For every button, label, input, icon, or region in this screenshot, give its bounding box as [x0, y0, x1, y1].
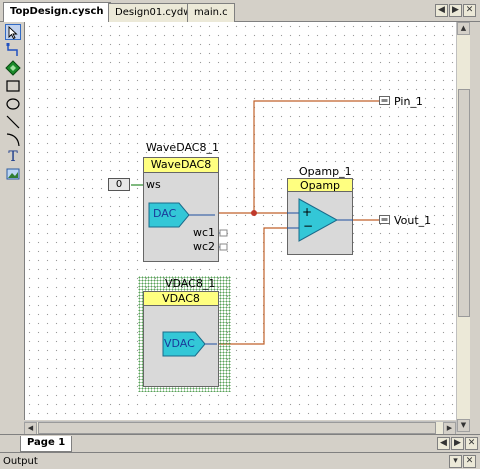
vdac-instance-name: VDAC8_1 [165, 277, 216, 290]
tab-scroll-right-icon[interactable]: ▶ [449, 4, 462, 17]
vout1-port-label: Vout_1 [394, 214, 432, 227]
schematic-canvas[interactable]: WaveDAC8_1 WaveDAC8 ws wc1 wc2 DAC 0 VDA… [24, 22, 456, 420]
pin-stub-wc2 [219, 243, 228, 251]
output-panel: Output ▾ ✕ [0, 452, 480, 469]
pin1-port-icon[interactable] [379, 96, 391, 106]
pin-wc2-label: wc2 [193, 240, 216, 253]
opamp-instance-name: Opamp_1 [299, 165, 352, 178]
arc-icon[interactable] [5, 132, 21, 148]
scroll-up-icon[interactable]: ▲ [457, 22, 470, 35]
scroll-down-icon[interactable]: ▼ [457, 419, 470, 432]
component-icon[interactable] [5, 60, 21, 76]
opamp-minus-label: − [303, 219, 314, 233]
vertical-scrollbar[interactable]: ▲ ▼ [456, 22, 470, 432]
pin-ws-label: ws [146, 178, 161, 191]
vdac-label: VDAC [164, 337, 195, 350]
opamp-triangle [287, 198, 353, 242]
line-icon[interactable] [5, 114, 21, 130]
rectangle-icon[interactable] [5, 78, 21, 94]
opamp-plus-label: + [302, 205, 313, 219]
image-icon[interactable] [5, 166, 21, 182]
document-tab-strip: TopDesign.cysch Design01.cydwr main.c ◀ … [0, 0, 480, 22]
wire-layer [131, 100, 379, 345]
page-tab-1[interactable]: Page 1 [20, 436, 73, 452]
wire-icon[interactable] [5, 42, 21, 58]
wavedac-type-label: WaveDAC8 [143, 157, 219, 173]
close-tab-icon[interactable]: ✕ [463, 4, 476, 17]
page-scroll-left-icon[interactable]: ◀ [437, 437, 450, 450]
ellipse-icon[interactable] [5, 96, 21, 112]
page-scroll-right-icon[interactable]: ▶ [451, 437, 464, 450]
horizontal-scroll-thumb[interactable] [38, 422, 436, 434]
horizontal-scrollbar[interactable]: ◀ ▶ [24, 421, 456, 435]
text-icon[interactable]: T [5, 149, 21, 165]
pin1-port-label: Pin_1 [394, 95, 423, 108]
vdac-type-label: VDAC8 [143, 291, 219, 306]
logic-low-component[interactable]: 0 [108, 178, 130, 191]
pin-stub-wc1 [219, 229, 228, 237]
opamp-type-label: Opamp [287, 178, 353, 192]
page-close-icon[interactable]: ✕ [465, 437, 478, 450]
output-close-icon[interactable]: ✕ [463, 455, 476, 468]
junction-dot [251, 210, 257, 216]
vout1-port-icon[interactable] [379, 215, 391, 225]
tab-topdesign[interactable]: TopDesign.cysch [3, 2, 111, 22]
drawing-toolbar: T [3, 22, 23, 432]
output-pin-icon[interactable]: ▾ [449, 455, 462, 468]
vertical-scroll-thumb[interactable] [458, 89, 470, 317]
tab-scroll-left-icon[interactable]: ◀ [435, 4, 448, 17]
tab-main-c[interactable]: main.c [187, 3, 235, 22]
output-panel-title: Output [3, 456, 38, 467]
pointer-icon[interactable] [5, 24, 21, 40]
page-tab-bar: Page 1 ◀ ▶ ✕ [0, 434, 480, 452]
dac-label: DAC [153, 207, 177, 220]
wavedac-instance-name: WaveDAC8_1 [146, 141, 219, 154]
